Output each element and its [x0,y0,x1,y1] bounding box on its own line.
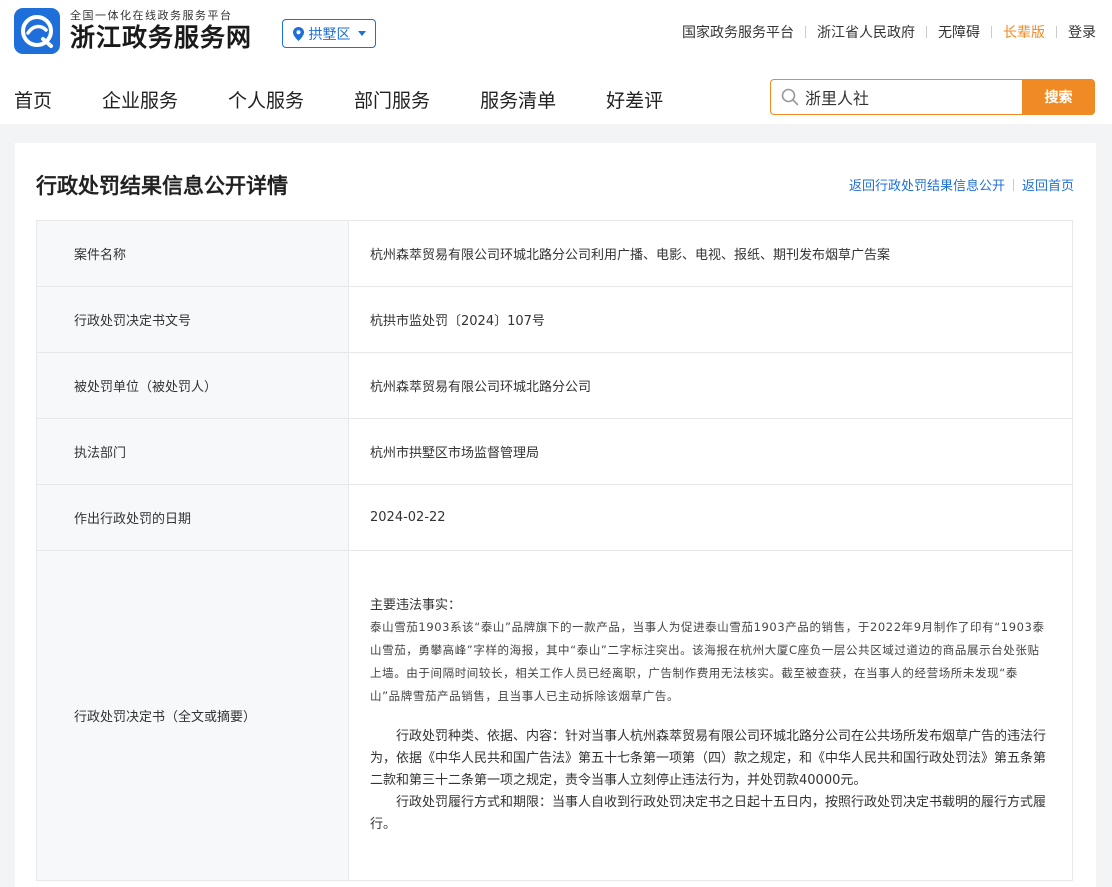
row-value-penalty-date: 2024-02-22 [348,484,1073,551]
table-row: 案件名称 杭州森萃贸易有限公司环城北路分公司利用广播、电影、电视、报纸、期刊发布… [36,220,1073,287]
divider [805,26,806,38]
nav-item-home[interactable]: 首页 [14,86,52,113]
divider [926,26,927,38]
link-accessibility[interactable]: 无障碍 [938,22,980,42]
row-label-penalized-party: 被处罚单位（被处罚人） [36,352,349,419]
search-box [770,79,1022,115]
facts-heading: 主要违法事实： [370,597,462,613]
page-title: 行政处罚结果信息公开详情 [36,174,288,198]
search-bar: 搜索 [770,79,1095,115]
logo-subtitle: 全国一体化在线政务服务平台 [70,9,233,22]
back-to-home-link[interactable]: 返回首页 [1022,175,1074,194]
divider [1056,26,1057,38]
link-provincial-government[interactable]: 浙江省人民政府 [817,22,915,42]
nav-item-rating[interactable]: 好差评 [606,86,663,113]
nav-item-enterprise[interactable]: 企业服务 [102,86,178,113]
table-row: 执法部门 杭州市拱墅区市场监督管理局 [36,418,1073,485]
search-icon [781,88,799,106]
logo-title: 浙江政务服务网 [70,23,253,52]
row-value-penalized-party: 杭州森萃贸易有限公司环城北路分公司 [348,352,1073,419]
table-row: 被处罚单位（被处罚人） 杭州森萃贸易有限公司环城北路分公司 [36,352,1073,419]
logo-emblem-icon [14,8,60,54]
main-nav: 首页 企业服务 个人服务 部门服务 服务清单 好差评 [14,86,713,113]
row-value-document-number: 杭拱市监处罚〔2024〕107号 [348,286,1073,353]
row-label-case-name: 案件名称 [36,220,349,287]
table-row: 行政处罚决定书文号 杭拱市监处罚〔2024〕107号 [36,286,1073,353]
back-to-list-link[interactable]: 返回行政处罚结果信息公开 [849,175,1005,194]
location-pin-icon [292,26,304,41]
search-input[interactable] [805,87,1005,107]
link-national-platform[interactable]: 国家政务服务平台 [682,22,794,42]
row-label-document-number: 行政处罚决定书文号 [36,286,349,353]
row-value-decision: 主要违法事实： 泰山雪茄1903系该“泰山”品牌旗下的一款产品，当事人为促进泰山… [348,550,1073,881]
row-label-enforcement-dept: 执法部门 [36,418,349,485]
link-login[interactable]: 登录 [1068,22,1096,42]
nav-item-personal[interactable]: 个人服务 [228,86,304,113]
facts-text: 泰山雪茄1903系该“泰山”品牌旗下的一款产品，当事人为促进泰山雪茄1903产品… [370,619,1045,703]
nav-item-department[interactable]: 部门服务 [354,86,430,113]
back-links: 返回行政处罚结果信息公开 返回首页 [849,175,1074,194]
nav-item-service-list[interactable]: 服务清单 [480,86,556,113]
divider [991,26,992,38]
penalty-text: 行政处罚种类、依据、内容：针对当事人杭州森萃贸易有限公司环城北路分公司在公共场所… [370,728,1047,788]
detail-card: 行政处罚结果信息公开详情 返回行政处罚结果信息公开 返回首页 案件名称 杭州森萃… [15,143,1096,887]
link-elder-mode[interactable]: 长辈版 [1003,22,1045,42]
table-row: 行政处罚决定书（全文或摘要） 主要违法事实： 泰山雪茄1903系该“泰山”品牌旗… [36,550,1073,881]
row-value-case-name: 杭州森萃贸易有限公司环城北路分公司利用广播、电影、电视、报纸、期刊发布烟草广告案 [348,220,1073,287]
row-label-decision: 行政处罚决定书（全文或摘要） [36,550,349,881]
divider [1012,178,1014,191]
region-selector[interactable]: 拱墅区 [282,19,376,48]
site-header: 全国一体化在线政务服务平台 浙江政务服务网 拱墅区 国家政务服务平台 浙江省人民… [0,0,1112,124]
region-label: 拱墅区 [308,26,351,43]
site-logo[interactable]: 全国一体化在线政务服务平台 浙江政务服务网 [14,8,252,54]
search-button[interactable]: 搜索 [1022,79,1095,115]
caret-down-icon [357,31,366,36]
penalty-info-table: 案件名称 杭州森萃贸易有限公司环城北路分公司利用广播、电影、电视、报纸、期刊发布… [36,220,1073,881]
row-value-enforcement-dept: 杭州市拱墅区市场监督管理局 [348,418,1073,485]
table-row: 作出行政处罚的日期 2024-02-22 [36,484,1073,551]
row-label-penalty-date: 作出行政处罚的日期 [36,484,349,551]
top-links: 国家政务服务平台 浙江省人民政府 无障碍 长辈版 登录 [682,22,1096,42]
execution-text: 行政处罚履行方式和期限：当事人自收到行政处罚决定书之日起十五日内，按照行政处罚决… [370,794,1047,832]
